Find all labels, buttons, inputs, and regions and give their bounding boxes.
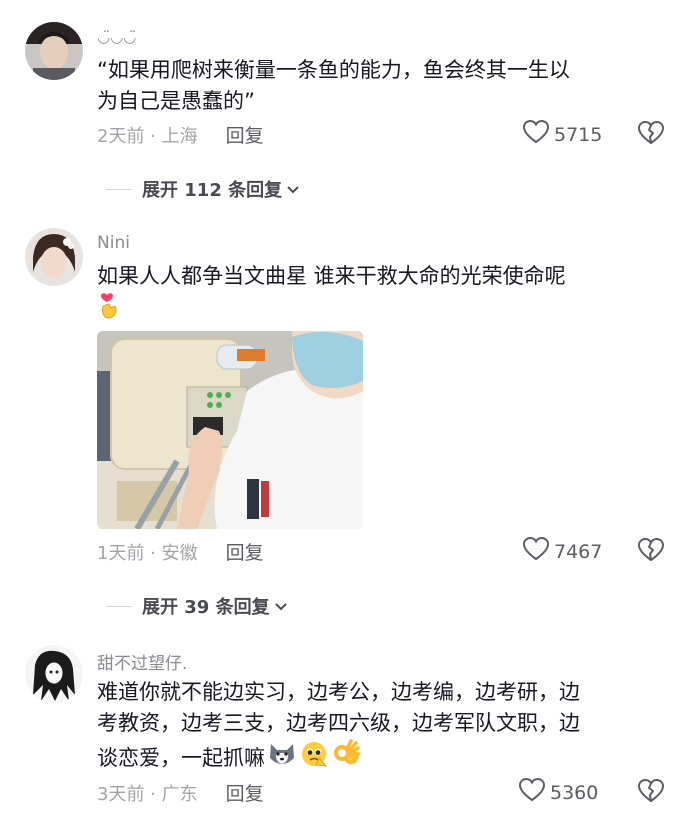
like-count: 5715 — [554, 123, 603, 146]
timestamp-location: 1天前 · 安徽 — [97, 542, 198, 564]
comment-text-line: 难道你就不能边实习，边考公，边考编，边考研，边 — [97, 680, 580, 704]
comment-text: “如果用爬树来衡量一条鱼的能力，鱼会终其一生以 为自己是愚蠢的” — [97, 55, 662, 117]
comment-text-line: 如果人人都争当文曲星 谁来干救大命的光荣使命呢 — [97, 264, 566, 288]
comment-text-line: “如果用爬树来衡量一条鱼的能力，鱼会终其一生以 — [97, 58, 570, 82]
heart-outline-icon — [518, 777, 550, 808]
broken-heart-icon — [637, 538, 665, 567]
expand-replies-button[interactable]: 展开 39 条回复 — [106, 593, 288, 619]
like-button[interactable]: 7467 — [522, 536, 602, 567]
username[interactable]: ◡̈◡◡̈ — [97, 28, 136, 46]
husky-emoji — [267, 740, 297, 777]
heart-outline-icon — [522, 119, 554, 150]
expand-replies-label: 展开 39 条回复 — [142, 597, 270, 618]
divider-line — [106, 605, 132, 607]
avatar[interactable] — [25, 22, 83, 80]
comment-meta: 3天前 · 广东 回复 — [97, 779, 264, 806]
comment-meta: 1天前 · 安徽 回复 — [97, 538, 264, 565]
comment-image[interactable] — [97, 331, 363, 529]
pleading-face-emoji — [299, 740, 329, 777]
dislike-button[interactable] — [637, 120, 665, 150]
timestamp-location: 3天前 · 广东 — [97, 783, 198, 805]
ok-hand-emoji — [331, 739, 361, 778]
comment-text-line: 为自己是愚蠢的” — [97, 89, 255, 113]
reply-button[interactable]: 回复 — [226, 121, 264, 148]
comment-text-line: 考教资，边考三支，边考四六级，边考军队文职，边 — [97, 711, 580, 735]
broken-heart-icon — [637, 779, 665, 808]
expand-replies-label: 展开 112 条回复 — [142, 180, 283, 201]
broken-heart-icon — [637, 121, 665, 150]
username[interactable]: Nini — [97, 233, 130, 253]
like-count: 7467 — [554, 540, 603, 563]
reply-button[interactable]: 回复 — [226, 538, 264, 565]
like-button[interactable]: 5360 — [518, 777, 598, 808]
expand-replies-button[interactable]: 展开 112 条回复 — [106, 176, 300, 202]
like-count: 5360 — [550, 781, 599, 804]
chevron-down-icon — [274, 596, 288, 617]
avatar[interactable] — [25, 228, 83, 286]
like-button[interactable]: 5715 — [522, 119, 602, 150]
dislike-button[interactable] — [637, 537, 665, 567]
divider-line — [106, 188, 132, 190]
heart-hands-emoji — [97, 292, 123, 329]
comment-text: 难道你就不能边实习，边考公，边考编，边考研，边 考教资，边考三支，边考四六级，边… — [97, 677, 662, 778]
comment-emoji-line — [97, 292, 662, 329]
chevron-down-icon — [286, 179, 300, 200]
avatar[interactable] — [25, 645, 83, 703]
comment-text: 如果人人都争当文曲星 谁来干救大命的光荣使命呢 — [97, 261, 662, 329]
comment-meta: 2天前 · 上海 回复 — [97, 121, 264, 148]
comment-text-segment: 谈恋爱，一起抓嘛 — [97, 746, 265, 770]
comment-text-line: 谈恋爱，一起抓嘛 — [97, 739, 662, 778]
timestamp-location: 2天前 · 上海 — [97, 125, 198, 147]
reply-button[interactable]: 回复 — [226, 779, 264, 806]
dislike-button[interactable] — [637, 778, 665, 808]
username[interactable]: 甜不过望仔. — [97, 649, 187, 674]
heart-outline-icon — [522, 536, 554, 567]
